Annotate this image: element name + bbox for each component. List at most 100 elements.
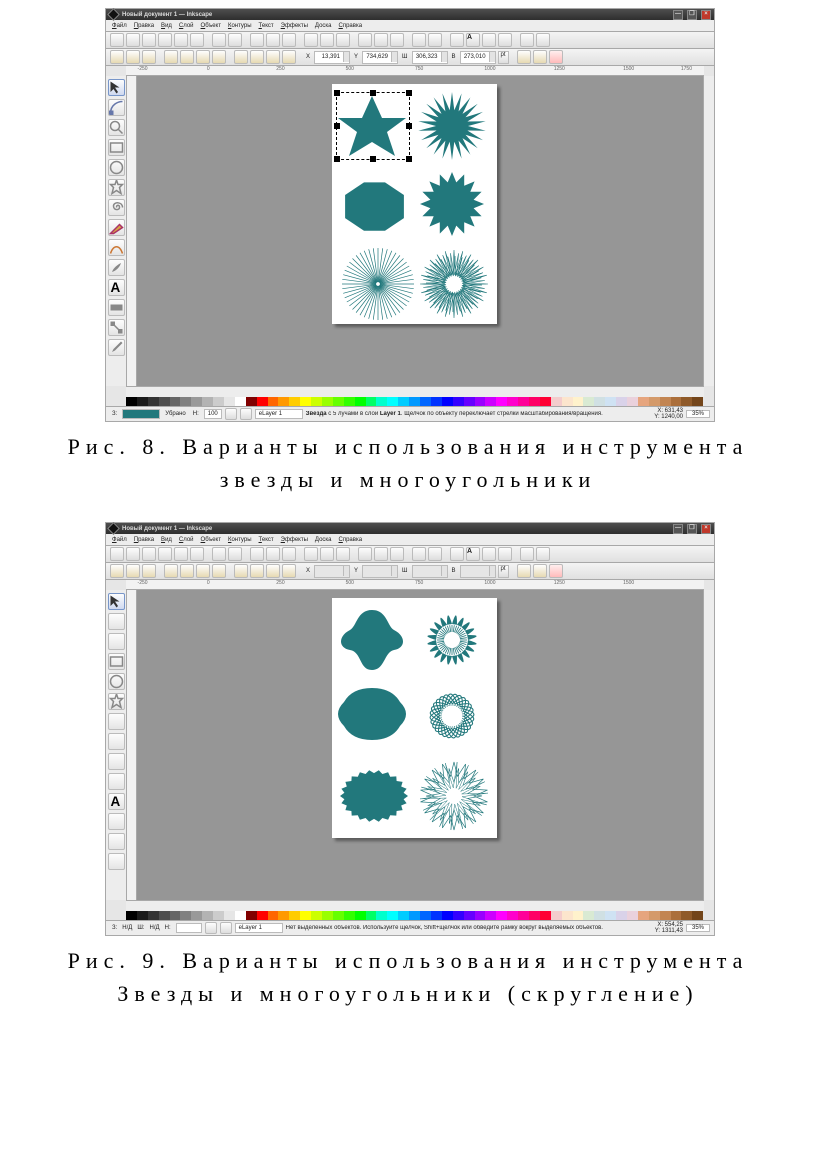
menu-effects[interactable]: Эффекты <box>281 23 308 29</box>
swatch[interactable] <box>344 911 355 920</box>
zoom-tool-icon[interactable] <box>108 633 125 650</box>
node-tool-icon[interactable] <box>108 613 125 630</box>
redo-icon[interactable] <box>228 33 242 47</box>
import-icon[interactable] <box>174 33 188 47</box>
zoom-value[interactable]: 35% <box>686 924 710 932</box>
lower-bottom-icon[interactable] <box>234 50 248 64</box>
undo-icon[interactable] <box>212 547 226 561</box>
swatch[interactable] <box>496 911 507 920</box>
swatch[interactable] <box>170 397 181 406</box>
cut-icon[interactable] <box>282 547 296 561</box>
swatch[interactable] <box>692 911 703 920</box>
swatch[interactable] <box>638 911 649 920</box>
opacity-input[interactable]: 100 <box>204 409 222 419</box>
swatch[interactable] <box>148 911 159 920</box>
swatch[interactable] <box>344 397 355 406</box>
swatch[interactable] <box>573 911 584 920</box>
open-icon[interactable] <box>126 33 140 47</box>
swatch[interactable] <box>551 911 562 920</box>
swatch[interactable] <box>355 397 366 406</box>
swatch[interactable] <box>311 911 322 920</box>
zoom-value[interactable]: 35% <box>686 410 710 418</box>
swatch[interactable] <box>420 397 431 406</box>
swatch[interactable] <box>202 911 213 920</box>
x-input[interactable]: 13,391 <box>314 51 350 64</box>
rect-tool-icon[interactable] <box>108 653 125 670</box>
print-icon[interactable] <box>158 33 172 47</box>
swatch[interactable] <box>518 911 529 920</box>
zoom-page-icon[interactable] <box>336 547 350 561</box>
swatch[interactable] <box>681 397 692 406</box>
print-icon[interactable] <box>158 547 172 561</box>
prefs-icon[interactable] <box>520 547 534 561</box>
swatch[interactable] <box>475 911 486 920</box>
swatch[interactable] <box>692 397 703 406</box>
menu-help[interactable]: Справка <box>339 23 363 29</box>
swatch[interactable] <box>518 397 529 406</box>
close-button[interactable]: × <box>701 524 711 534</box>
new-icon[interactable] <box>110 33 124 47</box>
y-input[interactable]: 734,629 <box>362 51 398 64</box>
swatch[interactable] <box>507 397 518 406</box>
group-icon[interactable] <box>412 33 426 47</box>
swatch[interactable] <box>409 397 420 406</box>
affect-icon[interactable] <box>549 564 563 578</box>
rotate-cw-icon[interactable] <box>180 50 194 64</box>
swatch[interactable] <box>322 911 333 920</box>
dropper-tool-icon[interactable] <box>108 853 125 870</box>
rotate-ccw-icon[interactable] <box>164 564 178 578</box>
swatch[interactable] <box>180 911 191 920</box>
layer-vis-icon[interactable] <box>240 408 252 420</box>
swatch[interactable] <box>278 397 289 406</box>
menu-layer[interactable]: Слой <box>179 537 194 543</box>
undo-icon[interactable] <box>212 33 226 47</box>
h-input[interactable]: 273,010 <box>460 51 496 64</box>
lock-w-icon[interactable] <box>517 50 531 64</box>
swatch[interactable] <box>681 911 692 920</box>
minimize-button[interactable]: — <box>673 524 683 534</box>
menu-view[interactable]: Вид <box>161 537 172 543</box>
export-icon[interactable] <box>190 33 204 47</box>
clone-icon[interactable] <box>374 547 388 561</box>
text-tool-icon[interactable]: A <box>108 279 125 296</box>
swatch[interactable] <box>213 911 224 920</box>
raise-icon[interactable] <box>266 564 280 578</box>
rotate-cw-icon[interactable] <box>180 564 194 578</box>
swatch[interactable] <box>398 397 409 406</box>
swatch[interactable] <box>387 397 398 406</box>
swatch[interactable] <box>475 397 486 406</box>
deselect-icon[interactable] <box>142 50 156 64</box>
swatch[interactable] <box>496 397 507 406</box>
color-palette[interactable] <box>126 911 704 920</box>
swatch[interactable] <box>202 397 213 406</box>
swatch[interactable] <box>464 397 475 406</box>
swatch[interactable] <box>224 911 235 920</box>
affect-icon[interactable] <box>549 50 563 64</box>
zoom-draw-icon[interactable] <box>320 547 334 561</box>
swatch[interactable] <box>398 911 409 920</box>
menu-edit[interactable]: Правка <box>134 537 154 543</box>
save-icon[interactable] <box>142 33 156 47</box>
flip-v-icon[interactable] <box>212 564 226 578</box>
scrollbar-horizontal[interactable] <box>126 900 704 911</box>
swatch[interactable] <box>289 911 300 920</box>
layer-lock-icon[interactable] <box>205 922 217 934</box>
raise-top-icon[interactable] <box>282 564 296 578</box>
swatch[interactable] <box>420 911 431 920</box>
scrollbar-vertical[interactable] <box>703 76 714 386</box>
layer-lock-icon[interactable] <box>225 408 237 420</box>
swatch[interactable] <box>235 397 246 406</box>
swatch[interactable] <box>529 397 540 406</box>
color-palette[interactable] <box>126 397 704 406</box>
lock-h-icon[interactable] <box>533 564 547 578</box>
ungroup-icon[interactable] <box>428 547 442 561</box>
swatch[interactable] <box>148 397 159 406</box>
redo-icon[interactable] <box>228 547 242 561</box>
text-tool-icon[interactable]: A <box>108 793 125 810</box>
canvas[interactable] <box>137 76 703 386</box>
flip-h-icon[interactable] <box>196 50 210 64</box>
lower-icon[interactable] <box>250 50 264 64</box>
rect-tool-icon[interactable] <box>108 139 125 156</box>
swatch[interactable] <box>137 397 148 406</box>
menu-path[interactable]: Контуры <box>228 23 252 29</box>
